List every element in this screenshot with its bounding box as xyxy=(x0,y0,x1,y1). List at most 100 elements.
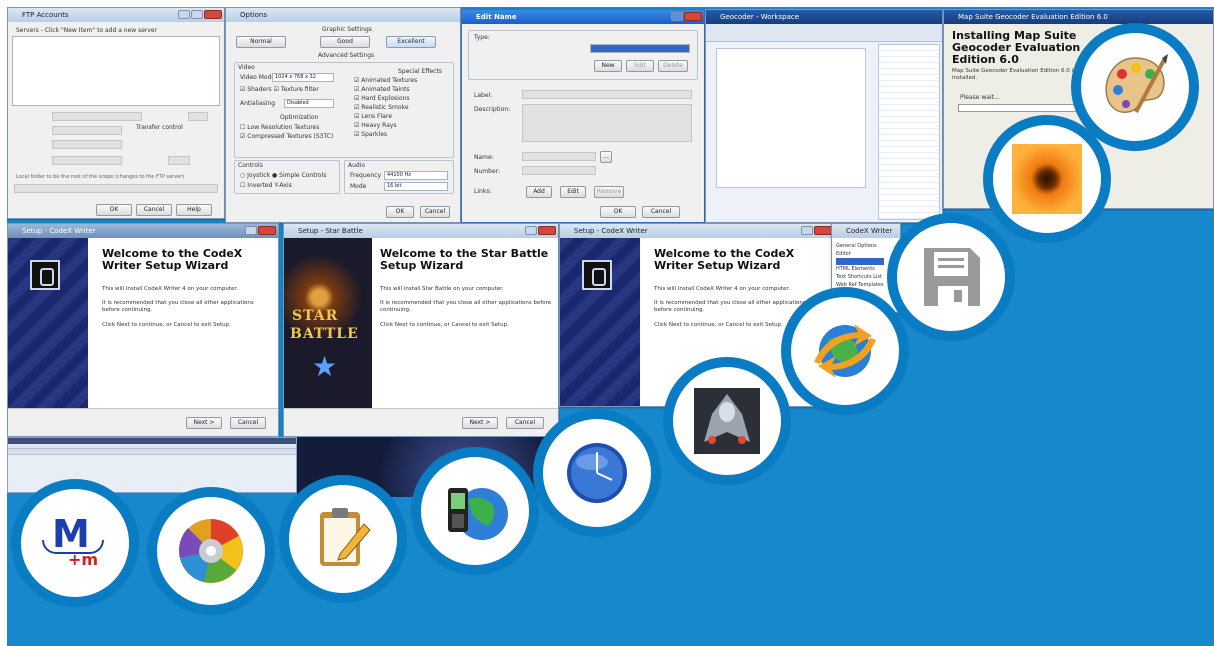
star-min-button[interactable] xyxy=(525,226,537,235)
app-circle-8[interactable] xyxy=(887,213,1015,341)
codex-next-button[interactable]: Next > xyxy=(186,417,222,429)
codex2-title-bar: Setup - CodeX Writer xyxy=(560,224,834,238)
name-browse-button[interactable]: … xyxy=(600,151,612,163)
codex2-logo-icon xyxy=(582,260,612,290)
ftp-help-button[interactable]: Help xyxy=(176,204,212,216)
list-item[interactable]: Editor xyxy=(836,250,884,258)
description-label: Description: xyxy=(474,106,511,113)
list-item[interactable]: General Options xyxy=(836,242,884,250)
codex-setup-title-bar: Setup - CodeX Writer xyxy=(8,224,278,238)
label-field[interactable] xyxy=(522,90,692,99)
floppy-disk-icon xyxy=(914,240,988,314)
edit-ok-button[interactable]: OK xyxy=(600,206,636,218)
globe-sync-icon xyxy=(808,314,882,388)
controls-checks[interactable]: ○ Joystick ● Simple Controls xyxy=(240,172,326,179)
ftp-host-field[interactable] xyxy=(52,112,142,121)
star-line3: Click Next to continue, or Cancel to exi… xyxy=(380,322,509,328)
ftp-server-list[interactable] xyxy=(12,36,220,106)
label-label: Label: xyxy=(474,92,493,99)
orange-flower-photo-icon xyxy=(1010,142,1084,216)
list-item[interactable] xyxy=(836,258,884,265)
type-select[interactable] xyxy=(590,44,690,53)
type-new-button[interactable]: New xyxy=(594,60,622,72)
video-mode-label: Video Mode xyxy=(240,74,276,81)
low-res-textures-checkbox[interactable]: ☐ Low Resolution Textures xyxy=(240,124,319,131)
advanced-settings-label: Advanced Settings xyxy=(318,52,375,59)
ftp-timeout-field[interactable] xyxy=(168,156,190,165)
video-mode-select[interactable]: 1024 x 768 x 32 xyxy=(272,73,334,82)
ide-title-bar: Geocoder - Workspace xyxy=(706,10,942,24)
codex-options-title-bar: CodeX Writer xyxy=(832,224,900,238)
app-circle-7[interactable] xyxy=(781,287,909,415)
ide-toolbar[interactable] xyxy=(706,24,942,42)
help-button[interactable] xyxy=(671,12,683,21)
graphic-settings-label: Graphic Settings xyxy=(322,26,372,33)
star-next-button[interactable]: Next > xyxy=(462,417,498,429)
star-close-button[interactable] xyxy=(538,226,556,235)
codex2-min-button[interactable] xyxy=(801,226,813,235)
ftp-username-field[interactable] xyxy=(52,126,122,135)
number-field[interactable] xyxy=(522,166,596,175)
ftp-cancel-button[interactable]: Cancel xyxy=(136,204,172,216)
app-circle-5[interactable] xyxy=(533,409,661,537)
compressed-textures-checkbox[interactable]: ☑ Compressed Textures (S3TC) xyxy=(240,133,333,140)
install-progress-bar xyxy=(958,104,1088,112)
minimize-button[interactable] xyxy=(178,10,190,19)
app-circle-2[interactable] xyxy=(147,487,275,615)
type-edit-button[interactable]: Edit xyxy=(626,60,654,72)
star-cancel-button[interactable]: Cancel xyxy=(506,417,544,429)
edit-title: Edit Name xyxy=(476,13,517,21)
list-item[interactable]: HTML Elements xyxy=(836,265,884,273)
edit-close-button[interactable] xyxy=(684,12,702,21)
codex-close-button[interactable] xyxy=(258,226,276,235)
ftp-url-field[interactable] xyxy=(52,140,122,149)
inverted-axis-checkbox[interactable]: ☐ Inverted Y-Axis xyxy=(240,182,292,189)
app-circle-1[interactable]: M +m xyxy=(11,479,139,607)
mode-select[interactable]: 16 bit xyxy=(384,182,448,191)
controls-label: Controls xyxy=(238,162,263,169)
type-delete-button[interactable]: Delete xyxy=(658,60,688,72)
star-battle-setup-window: Setup - Star Battle STAR BATTLE ★ Welcom… xyxy=(283,223,559,437)
ftp-local-folder-field[interactable] xyxy=(14,184,218,193)
app-circle-4[interactable] xyxy=(411,447,539,575)
ftp-password-field[interactable] xyxy=(52,156,122,165)
star-emblem-icon: ★ xyxy=(312,350,338,383)
edit-name-dialog: Edit Name Type: New Edit Delete Label: D… xyxy=(461,9,705,223)
codex-cancel-button[interactable]: Cancel xyxy=(230,417,266,429)
star-heading: Welcome to the Star Battle Setup Wizard xyxy=(380,247,549,272)
codex-heading: Welcome to the CodeX Writer Setup Wizard xyxy=(102,247,243,272)
link-remove-button[interactable]: Remove xyxy=(594,186,624,198)
codex2-close-button[interactable] xyxy=(814,226,832,235)
quality-excellent-button[interactable]: Excellent xyxy=(386,36,436,48)
ftp-ok-button[interactable]: OK xyxy=(96,204,132,216)
quality-good-button[interactable]: Good xyxy=(320,36,370,48)
mathmagic-icon: M +m xyxy=(38,506,112,580)
quality-normal-button[interactable]: Normal xyxy=(236,36,286,48)
edit-cancel-button[interactable]: Cancel xyxy=(642,206,680,218)
link-edit-button[interactable]: Edit xyxy=(560,186,586,198)
special-effects-label: Special Effects xyxy=(398,68,442,75)
frequency-select[interactable]: 44100 Hz xyxy=(384,171,448,180)
link-add-button[interactable]: Add xyxy=(526,186,552,198)
effects-checklist[interactable]: ☑ Animated Textures ☑ Animated Taints ☑ … xyxy=(354,76,417,139)
name-field[interactable] xyxy=(522,152,596,161)
ftp-port-field[interactable] xyxy=(188,112,208,121)
list-item[interactable]: Text Shortcuts List xyxy=(836,273,884,281)
antialiasing-select[interactable]: Disabled xyxy=(284,99,334,108)
maximize-button[interactable] xyxy=(191,10,203,19)
ide-title: Geocoder - Workspace xyxy=(720,13,800,21)
codex2-title: Setup - CodeX Writer xyxy=(574,227,648,235)
codex-options-list[interactable]: General Options Editor HTML Elements Tex… xyxy=(836,242,884,289)
name-label: Name: xyxy=(474,154,494,161)
app-circle-3[interactable] xyxy=(279,475,407,603)
close-button[interactable] xyxy=(204,10,222,19)
ide-project-tree[interactable] xyxy=(878,44,940,220)
options-ok-button[interactable]: OK xyxy=(386,206,414,218)
app-circle-10[interactable] xyxy=(1071,23,1199,151)
app-circle-6[interactable] xyxy=(663,357,791,485)
description-field[interactable] xyxy=(522,104,692,142)
options-cancel-button[interactable]: Cancel xyxy=(420,206,450,218)
ftp-transfer-label: Transfer control xyxy=(136,124,183,131)
codex-min-button[interactable] xyxy=(245,226,257,235)
star-content: Welcome to the Star Battle Setup Wizard … xyxy=(372,238,558,408)
